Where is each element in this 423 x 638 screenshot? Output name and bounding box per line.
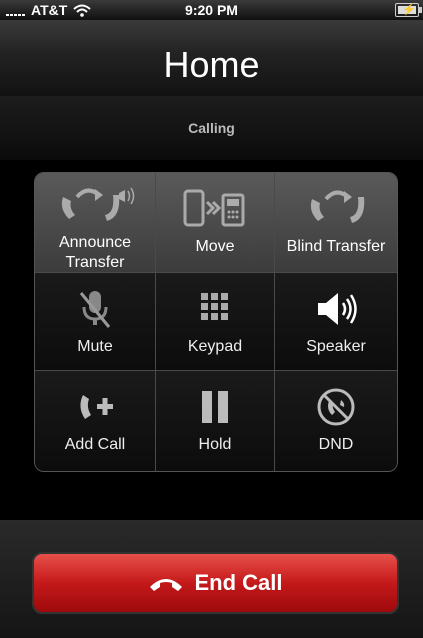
hold-label: Hold — [198, 436, 232, 453]
dnd-button[interactable]: DND — [275, 371, 397, 471]
hang-up-icon — [150, 579, 183, 591]
hold-icon — [195, 383, 235, 431]
call-controls-grid: Announce Transfer Move Blind Transfer Mu… — [34, 172, 398, 472]
call-status: Calling — [0, 96, 423, 160]
announce-transfer-label: Announce Transfer — [59, 233, 131, 273]
speaker-icon — [312, 285, 360, 333]
status-time: 9:20 PM — [185, 2, 238, 18]
dnd-icon — [314, 383, 358, 431]
call-header: Home — [0, 20, 423, 97]
call-title: Home — [163, 44, 260, 85]
add-call-icon — [73, 383, 117, 431]
end-call-button[interactable]: End Call — [32, 552, 399, 614]
keypad-label: Keypad — [187, 338, 243, 355]
move-label: Move — [195, 238, 235, 255]
move-call-icon — [179, 185, 251, 233]
add-call-button[interactable]: Add Call — [35, 371, 156, 471]
status-bar: AT&T 9:20 PM ⚡ — [0, 0, 423, 20]
hold-button[interactable]: Hold — [156, 371, 275, 471]
mute-label: Mute — [77, 338, 113, 355]
announce-transfer-icon — [55, 185, 135, 229]
dnd-label: DND — [318, 436, 354, 453]
blind-transfer-button[interactable]: Blind Transfer — [275, 173, 397, 273]
move-button[interactable]: Move — [156, 173, 275, 273]
announce-transfer-label-text: Announce Transfer — [58, 234, 132, 271]
mute-icon — [73, 285, 117, 333]
speaker-label: Speaker — [306, 338, 366, 355]
blind-transfer-label: Blind Transfer — [286, 238, 386, 255]
add-call-label: Add Call — [64, 436, 126, 453]
announce-transfer-button[interactable]: Announce Transfer — [35, 173, 156, 273]
mute-button[interactable]: Mute — [35, 273, 156, 371]
blind-transfer-icon — [304, 185, 368, 233]
speaker-button[interactable]: Speaker — [275, 273, 397, 371]
end-call-label: End Call — [194, 570, 283, 595]
keypad-icon — [195, 285, 235, 333]
keypad-button[interactable]: Keypad — [156, 273, 275, 371]
battery-icon: ⚡ — [395, 3, 422, 17]
